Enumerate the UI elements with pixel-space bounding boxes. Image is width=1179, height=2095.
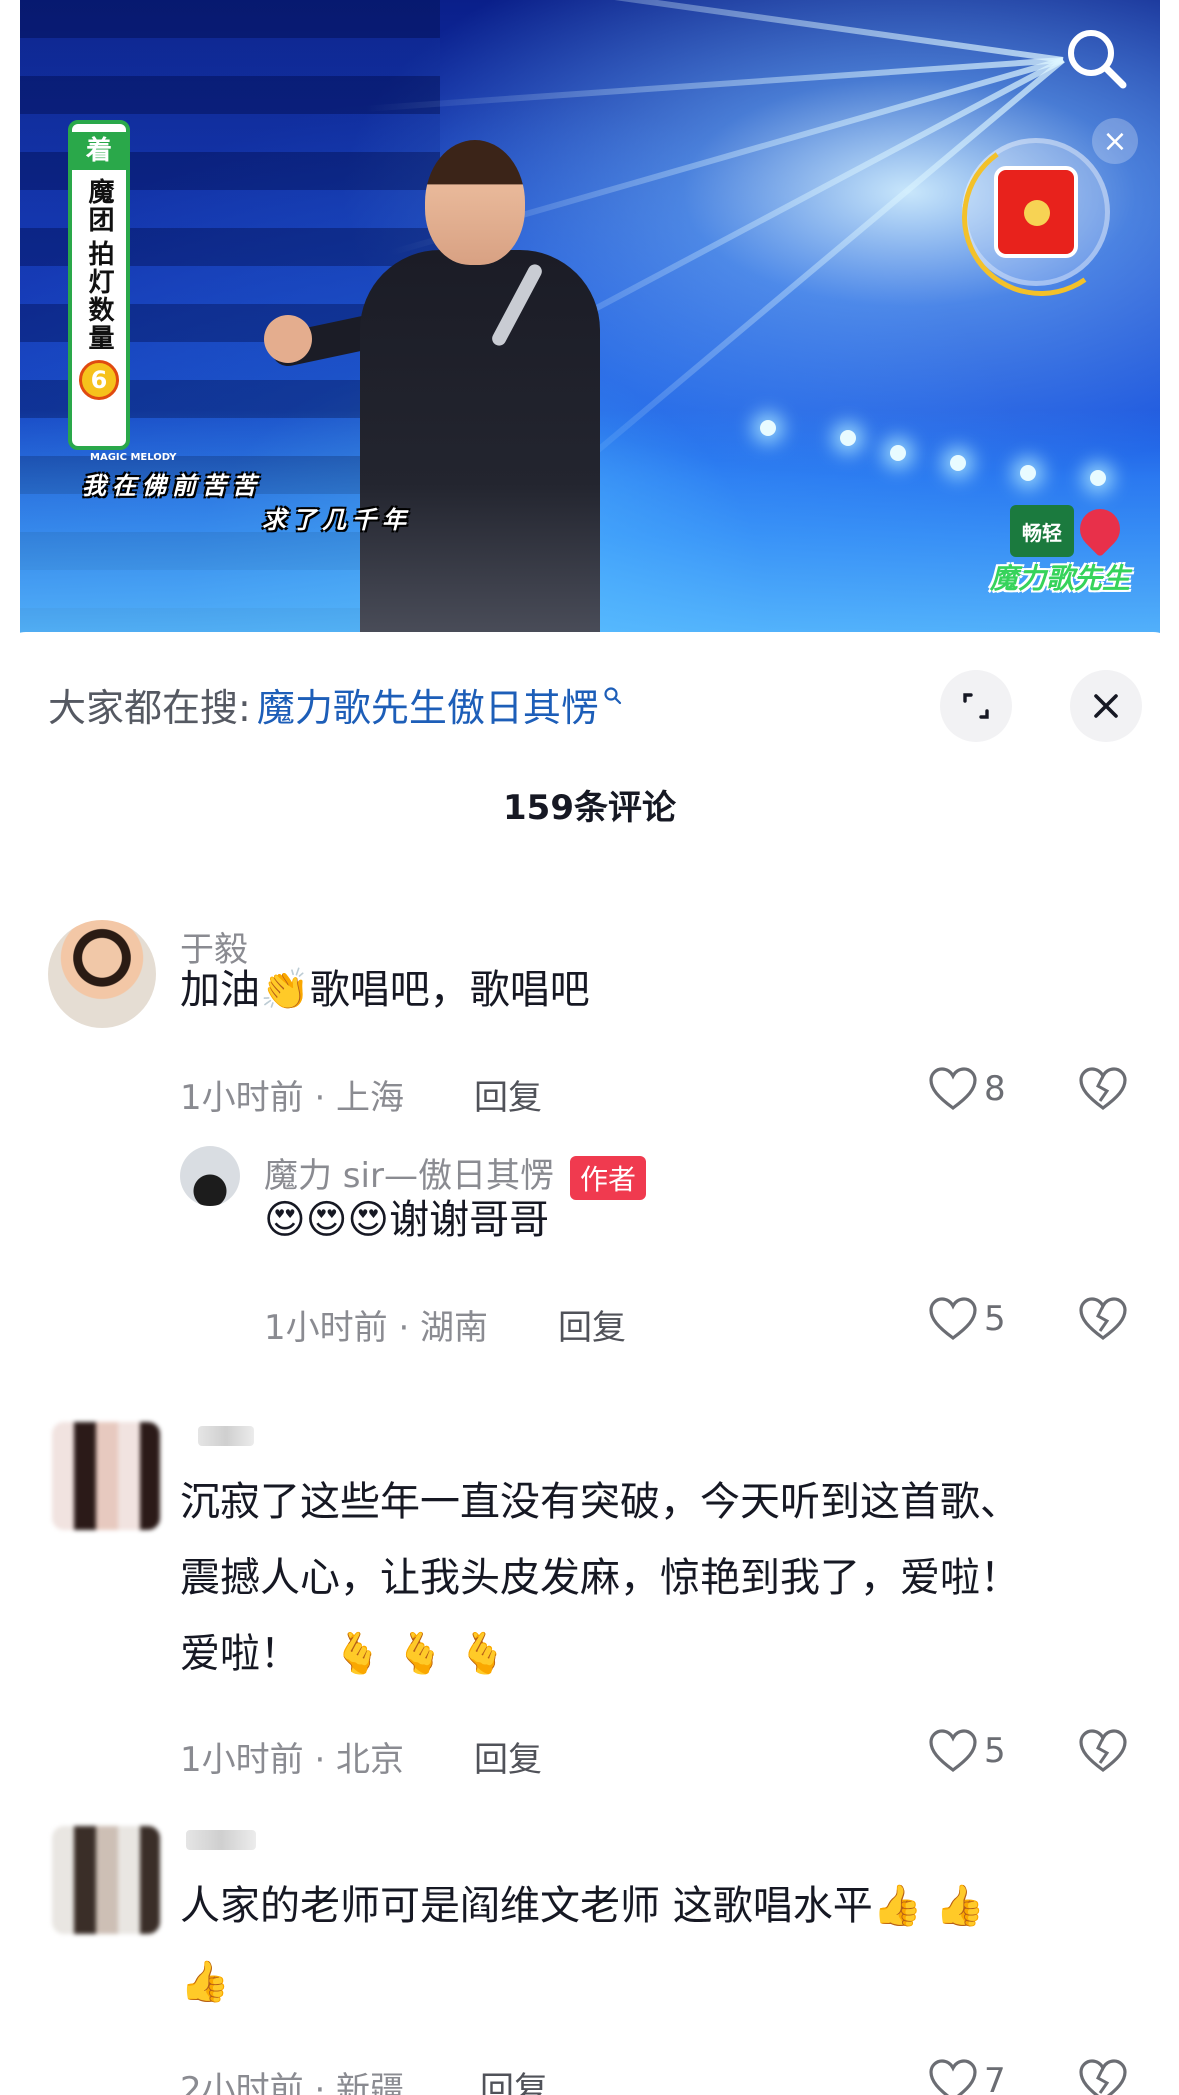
like-count: 7 xyxy=(984,2061,1006,2095)
video-frame[interactable]: 着 魔团 拍灯数量 6 MAGIC MELODY 我在佛前苦苦 求了几千年 畅轻… xyxy=(20,0,1160,640)
avatar[interactable] xyxy=(48,920,156,1028)
dislike-button[interactable] xyxy=(1078,2058,1128,2095)
red-packet-close-button[interactable]: × xyxy=(1092,118,1138,164)
avatar[interactable] xyxy=(52,1826,160,1934)
reply-time-location: 1小时前 · 湖南 xyxy=(264,1308,489,1348)
caption-small: MAGIC MELODY xyxy=(90,452,177,463)
author-badge: 作者 xyxy=(569,1155,646,1200)
comment-time-location: 1小时前 · 北京 xyxy=(180,1740,405,1780)
close-sheet-button[interactable] xyxy=(1070,670,1142,742)
broken-heart-icon xyxy=(1079,2059,1127,2095)
heart-icon xyxy=(929,1297,977,1340)
comment-text: 加油👏歌唱吧，歌唱吧 xyxy=(180,952,590,1028)
close-icon: × xyxy=(1102,123,1128,159)
expand-icon xyxy=(963,693,989,719)
trending-search-term[interactable]: 魔力歌先生傲日其愣 xyxy=(257,677,599,732)
like-count: 8 xyxy=(984,1069,1006,1109)
clap-emoji: 👏 xyxy=(260,967,310,1013)
stage-beam xyxy=(364,57,1064,112)
heart-icon xyxy=(929,1729,977,1772)
finger-heart-emoji: 🫰 🫰 🫰 xyxy=(332,1631,508,1677)
comment-text-line: 震撼人心，让我头皮发麻，惊艳到我了，爱啦！ xyxy=(180,1555,1020,1601)
reply-button[interactable]: 回复 xyxy=(558,1300,626,1349)
like-button[interactable]: 5 xyxy=(928,1728,1006,1774)
show-title-logo: 魔力歌先生 xyxy=(990,562,1131,595)
broken-heart-icon xyxy=(1079,1729,1127,1772)
like-button[interactable]: 8 xyxy=(928,1066,1006,1112)
thumbs-up-emoji: 👍 xyxy=(180,1959,230,2005)
heart-eyes-emoji: 😍😍😍 xyxy=(264,1197,390,1243)
heart-icon xyxy=(929,2059,977,2095)
stage-light xyxy=(890,445,906,461)
avatar[interactable] xyxy=(52,1422,160,1530)
search-icon xyxy=(604,687,621,705)
dislike-button[interactable] xyxy=(1078,1728,1128,1778)
badge-label: 拍灯数量 xyxy=(84,240,114,352)
stage-light xyxy=(950,455,966,471)
comment-text-line: 爱啦！ 🫰 🫰 🫰 xyxy=(180,1616,508,1692)
heart-icon xyxy=(929,1067,977,1110)
like-count: 5 xyxy=(984,1731,1006,1771)
light-count-badge: 着 魔团 拍灯数量 6 xyxy=(68,120,130,450)
comment-text-part: 人家的老师可是阎维文老师 这歌唱水平 xyxy=(180,1883,873,1929)
comment-text-part: 加油 xyxy=(180,967,260,1013)
brand-logo: 畅轻 xyxy=(1010,505,1074,557)
search-button[interactable] xyxy=(1058,20,1134,96)
reply-button[interactable]: 回复 xyxy=(474,1070,542,1119)
comment-text-line: 人家的老师可是阎维文老师 这歌唱水平👍 👍 xyxy=(180,1868,985,1944)
comment-time-location: 2小时前 · 新疆 xyxy=(180,2070,405,2095)
like-button[interactable]: 5 xyxy=(928,1296,1006,1342)
trending-search-label: 大家都在搜: xyxy=(48,685,251,730)
reply-text: 😍😍😍谢谢哥哥 xyxy=(264,1182,549,1258)
red-packet-icon xyxy=(994,166,1078,258)
stage-beam xyxy=(369,0,1064,63)
broken-heart-icon xyxy=(1079,1067,1127,1110)
like-count: 5 xyxy=(984,1299,1006,1339)
stage-light xyxy=(1090,470,1106,486)
comment-author-blurred[interactable] xyxy=(186,1830,256,1850)
comment-sheet: 大家都在搜: 魔力歌先生傲日其愣 159条评论 于毅 加油👏歌唱吧，歌唱吧 1小… xyxy=(0,632,1179,2095)
comment-time-location: 1小时前 · 上海 xyxy=(180,1078,405,1118)
comment-count-title: 159条评论 xyxy=(503,788,676,828)
comment-text-part: 爱啦！ xyxy=(180,1631,300,1677)
stage-light xyxy=(1020,465,1036,481)
close-icon xyxy=(1094,694,1118,718)
stage-light xyxy=(760,420,776,436)
badge-top: 着 xyxy=(72,132,126,170)
badge-team: 魔团 xyxy=(84,178,114,234)
avatar[interactable] xyxy=(180,1146,240,1206)
lyric-caption-2: 求了几千年 xyxy=(262,506,412,534)
comment-text-line: 沉寂了这些年一直没有突破，今天听到这首歌、 xyxy=(180,1479,1020,1525)
comment-author-blurred[interactable] xyxy=(198,1426,254,1446)
expand-button[interactable] xyxy=(940,670,1012,742)
comment-text-part: 歌唱吧，歌唱吧 xyxy=(309,967,590,1013)
red-packet-button[interactable] xyxy=(962,138,1110,286)
search-icon xyxy=(1068,30,1127,89)
heart-logo-icon xyxy=(1071,500,1129,558)
dislike-button[interactable] xyxy=(1078,1296,1128,1346)
reply-button[interactable]: 回复 xyxy=(474,1732,542,1781)
singer xyxy=(264,120,650,640)
comment-text-line: 👍 xyxy=(180,1944,230,2020)
badge-count: 6 xyxy=(79,360,119,400)
dislike-button[interactable] xyxy=(1078,1066,1128,1116)
thumbs-up-emoji: 👍 👍 xyxy=(872,1883,986,1929)
trending-search-row[interactable]: 大家都在搜: 魔力歌先生傲日其愣 xyxy=(48,674,623,734)
reply-text-part: 谢谢哥哥 xyxy=(389,1197,550,1243)
stage-light xyxy=(840,430,856,446)
video-player[interactable]: 着 魔团 拍灯数量 6 MAGIC MELODY 我在佛前苦苦 求了几千年 畅轻… xyxy=(0,0,1179,660)
reply-button[interactable]: 回复 xyxy=(480,2062,548,2095)
show-logo: 畅轻 魔力歌先生 xyxy=(990,500,1140,605)
like-button[interactable]: 7 xyxy=(928,2058,1006,2095)
broken-heart-icon xyxy=(1079,1297,1127,1340)
lyric-caption-1: 我在佛前苦苦 xyxy=(82,472,262,500)
